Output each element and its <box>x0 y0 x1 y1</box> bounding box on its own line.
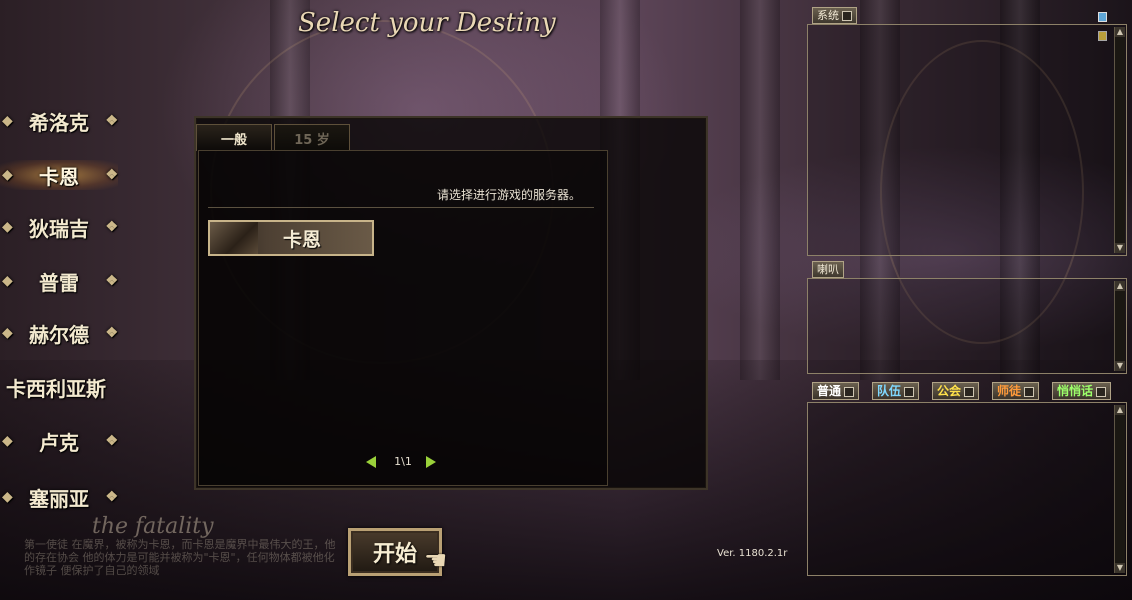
divider <box>208 207 594 208</box>
character-item-hilder[interactable]: ◆ 赫尔德 ❖ <box>0 318 118 348</box>
character-label: 狄瑞吉 <box>29 216 89 241</box>
system-scrollbar[interactable]: ▲ ▼ <box>1114 27 1125 253</box>
page-indicator: 1\1 <box>394 455 412 468</box>
window-icons[interactable] <box>1098 7 1116 41</box>
window-icon <box>964 386 975 397</box>
speaker-scrollbar[interactable]: ▲ ▼ <box>1114 281 1125 371</box>
window-icon <box>904 386 915 397</box>
window-icon <box>842 11 852 21</box>
system-tab[interactable]: 系统 <box>812 7 857 24</box>
version-label: Ver. 1180.2.1r <box>717 548 788 559</box>
character-label: 普雷 <box>39 270 79 295</box>
character-label: 赫尔德 <box>29 322 89 347</box>
channel-label: 队伍 <box>877 384 902 398</box>
ornament-icon: ❖ <box>105 273 118 289</box>
character-item-prey[interactable]: ◆ 普雷 ❖ <box>0 266 118 296</box>
server-instruction: 请选择进行游戏的服务器。 <box>437 188 582 202</box>
character-item-casillas[interactable]: 卡西利亚斯 <box>0 372 112 402</box>
server-name: 卡恩 <box>282 228 321 251</box>
ornament-icon: ◆ <box>2 167 13 183</box>
character-item-diregie[interactable]: ◆ 狄瑞吉 ❖ <box>0 212 118 242</box>
channel-whisper[interactable]: 悄悄话 <box>1052 382 1112 400</box>
background-story: 第一使徒 在魔界，被称为卡恩，而卡恩是魔界中最伟大的王，他的存在协会 他的体力是… <box>24 538 336 577</box>
scroll-up-icon[interactable]: ▲ <box>1115 281 1125 291</box>
scroll-down-icon[interactable]: ▼ <box>1115 361 1125 371</box>
server-thumbnail <box>210 222 258 254</box>
scroll-down-icon[interactable]: ▼ <box>1115 243 1125 253</box>
character-label: 卢克 <box>39 430 79 455</box>
channel-label: 悄悄话 <box>1057 384 1094 398</box>
ornament-icon: ◆ <box>2 325 13 341</box>
general-chat-box <box>807 402 1127 576</box>
character-item-cain[interactable]: ◆ 卡恩 ❖ <box>0 160 118 190</box>
character-label: 希洛克 <box>29 110 89 135</box>
system-tab-label: 系统 <box>817 9 839 22</box>
character-label: 卡西利亚斯 <box>6 376 106 401</box>
general-scrollbar[interactable]: ▲ ▼ <box>1114 405 1125 573</box>
channel-label: 师徒 <box>997 384 1022 398</box>
start-button-label: 开始 <box>372 541 417 567</box>
ornament-icon: ❖ <box>105 433 118 449</box>
character-label: 塞丽亚 <box>29 486 89 511</box>
channel-guild[interactable]: 公会 <box>932 382 980 400</box>
speaker-tab[interactable]: 喇叭 <box>812 261 844 278</box>
system-chat-box <box>807 24 1127 256</box>
window-icon <box>844 386 855 397</box>
bg-pillar <box>740 0 780 380</box>
character-item-siroco[interactable]: ◆ 希洛克 ❖ <box>0 106 118 136</box>
background-subtitle: the fatality <box>92 514 214 539</box>
ornament-icon: ◆ <box>2 489 13 505</box>
tab-general[interactable]: 一般 <box>196 124 272 151</box>
ornament-icon: ◆ <box>2 219 13 235</box>
ornament-icon: ❖ <box>105 167 118 183</box>
channel-normal[interactable]: 普通 <box>812 382 860 400</box>
channel-party[interactable]: 队伍 <box>872 382 920 400</box>
minimize-icon[interactable] <box>1098 12 1107 22</box>
character-item-luke[interactable]: ◆ 卢克 ❖ <box>0 426 118 456</box>
tab-age-15[interactable]: 15 岁 <box>274 124 350 151</box>
ornament-icon: ◆ <box>2 113 13 129</box>
channel-label: 普通 <box>817 384 842 398</box>
scroll-up-icon[interactable]: ▲ <box>1115 27 1125 37</box>
next-page-icon[interactable] <box>426 456 436 468</box>
ornament-icon: ❖ <box>105 113 118 129</box>
scroll-up-icon[interactable]: ▲ <box>1115 405 1125 415</box>
ornament-icon: ❖ <box>105 489 118 505</box>
character-item-seria[interactable]: ◆ 塞丽亚 ❖ <box>0 482 118 512</box>
speaker-tab-label: 喇叭 <box>817 263 839 276</box>
ornament-icon: ❖ <box>105 219 118 235</box>
pointer-hand-icon: ☚ <box>424 546 448 576</box>
channel-label: 公会 <box>937 384 962 398</box>
server-button-cain[interactable]: 卡恩 <box>208 220 374 256</box>
ornament-icon: ◆ <box>2 273 13 289</box>
prev-page-icon[interactable] <box>366 456 376 468</box>
window-icon <box>1024 386 1035 397</box>
channel-mentor[interactable]: 师徒 <box>992 382 1040 400</box>
scroll-down-icon[interactable]: ▼ <box>1115 563 1125 573</box>
speaker-chat-box <box>807 278 1127 374</box>
page-title: Select your Destiny <box>298 8 556 38</box>
ornament-icon: ❖ <box>105 325 118 341</box>
character-label: 卡恩 <box>39 164 79 189</box>
ornament-icon: ◆ <box>2 433 13 449</box>
window-icon <box>1096 386 1107 397</box>
